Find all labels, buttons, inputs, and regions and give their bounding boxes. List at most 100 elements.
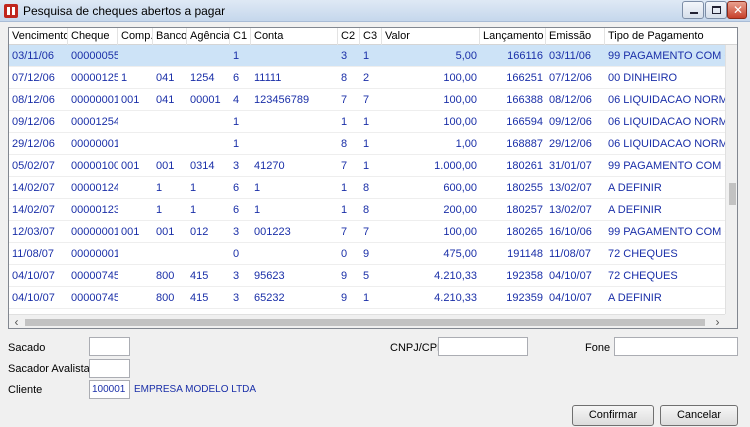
- fone-input[interactable]: [614, 337, 738, 356]
- cell-valor: 600,00: [443, 182, 477, 194]
- table-row[interactable]: 11/08/07 00000001 0 0 9 475,00 191148 11/08/07 7…: [9, 243, 725, 265]
- col-header-agencia[interactable]: Agência: [187, 28, 230, 45]
- cell-banco: 1: [156, 204, 163, 216]
- cliente-code-input[interactable]: 100001: [89, 380, 130, 399]
- table-row[interactable]: 05/02/07 00000100 001 001 0314 3 41270 7 1 1.000,…: [9, 155, 725, 177]
- cell-agencia: [187, 133, 230, 155]
- cell-emissao: 03/11/06: [549, 50, 592, 62]
- col-header-emissao[interactable]: Emissão: [546, 28, 605, 45]
- cell-c1: 6: [233, 182, 240, 194]
- cell-emissao: 07/12/06: [549, 72, 592, 84]
- cell-conta: 1: [254, 204, 261, 216]
- col-header-vencimento[interactable]: Vencimento: [9, 28, 68, 45]
- cell-agencia: 1: [190, 182, 197, 194]
- cell-comp: 1: [121, 72, 128, 84]
- cell-emissao: 16/10/06: [549, 226, 592, 238]
- col-header-c2[interactable]: C2: [338, 28, 360, 45]
- table-row[interactable]: 08/12/06 00000001 001 041 00001 4 123456789 7 7 1…: [9, 89, 725, 111]
- col-header-cheque[interactable]: Cheque: [68, 28, 118, 45]
- cell-c2: 1: [341, 116, 348, 128]
- table-row[interactable]: 03/11/06 00000055 1 3 1 5,00 166116 03/11/06 99 …: [9, 45, 725, 67]
- cell-banco: [153, 243, 187, 265]
- cell-conta: [251, 243, 338, 265]
- table-row[interactable]: 07/12/06 00000125 1 041 1254 6 11111 8 2 100,00 16…: [9, 67, 725, 89]
- col-header-c3[interactable]: C3: [360, 28, 382, 45]
- col-header-c1[interactable]: C1: [230, 28, 251, 45]
- cell-lanc: 180261: [506, 160, 543, 172]
- col-header-comp[interactable]: Comp.: [118, 28, 153, 45]
- cell-c2: 1: [341, 182, 348, 194]
- col-header-tipo-pagamento[interactable]: Tipo de Pagamento: [605, 28, 737, 45]
- maximize-button[interactable]: [705, 1, 727, 19]
- cell-c2: 7: [341, 226, 348, 238]
- sacado-input[interactable]: [89, 337, 130, 356]
- cell-comp: [118, 111, 153, 133]
- cell-c3: 2: [363, 72, 370, 84]
- cell-lanc: 166388: [506, 94, 543, 106]
- cell-tipo: 00 DINHEIRO: [608, 72, 678, 84]
- cell-venc: 11/08/07: [12, 248, 55, 260]
- cell-comp: [118, 177, 153, 199]
- cell-lanc: 168887: [506, 138, 543, 150]
- cliente-name: EMPRESA MODELO LTDA: [134, 384, 257, 395]
- cell-agencia: 1: [190, 204, 197, 216]
- vertical-scrollbar[interactable]: [725, 45, 737, 314]
- cell-tipo: 06 LIQUIDACAO NORMAL: [608, 138, 725, 150]
- cell-venc: 14/02/07: [12, 182, 55, 194]
- cell-banco: [153, 111, 187, 133]
- cell-lanc: 192358: [506, 270, 543, 282]
- cell-c3: 7: [363, 94, 370, 106]
- col-header-valor[interactable]: Valor: [382, 28, 480, 45]
- confirm-button[interactable]: Confirmar: [572, 405, 654, 426]
- scroll-left-icon[interactable]: ‹: [9, 315, 24, 328]
- cell-lanc: 180255: [506, 182, 543, 194]
- scroll-right-icon[interactable]: ›: [710, 315, 725, 328]
- cell-agencia: 1254: [190, 72, 215, 84]
- cell-c3: 7: [363, 226, 370, 238]
- table-row[interactable]: 14/02/07 00000123 1 1 6 1 1 8 200,00 180257 13/02/…: [9, 199, 725, 221]
- col-header-conta[interactable]: Conta: [251, 28, 338, 45]
- col-header-lancamento[interactable]: Lançamento: [480, 28, 546, 45]
- table-row[interactable]: 04/10/07 00000745 800 415 3 65232 9 1 4.210,33 19…: [9, 287, 725, 309]
- scroll-corner: [725, 314, 737, 328]
- horizontal-scroll-thumb[interactable]: [25, 319, 705, 326]
- cell-c2: 1: [341, 204, 348, 216]
- table-row[interactable]: 14/02/07 00000124 1 1 6 1 1 8 600,00 180255 13/02/…: [9, 177, 725, 199]
- cell-cheque: 00000001: [71, 226, 118, 238]
- cell-lanc: 166594: [506, 116, 543, 128]
- close-button[interactable]: ✕: [727, 1, 747, 19]
- cell-c3: 1: [363, 292, 370, 304]
- cell-valor: 100,00: [443, 94, 477, 106]
- cell-emissao: 08/12/06: [549, 94, 592, 106]
- minimize-button[interactable]: [682, 1, 704, 19]
- cell-tipo: A DEFINIR: [608, 182, 662, 194]
- cancel-button[interactable]: Cancelar: [660, 405, 738, 426]
- cell-emissao: 31/01/07: [549, 160, 592, 172]
- cell-c1: 1: [233, 50, 240, 62]
- table-row[interactable]: 09/12/06 00001254 1 1 1 100,00 166594 09/12/06 0…: [9, 111, 725, 133]
- cell-comp: [118, 265, 153, 287]
- cell-comp: [118, 45, 153, 67]
- title-bar[interactable]: Pesquisa de cheques abertos a pagar ✕: [0, 0, 750, 22]
- sacador-avalista-input[interactable]: [89, 359, 130, 378]
- table-row[interactable]: 29/12/06 00000001 1 8 1 1,00 168887 29/12/06 06 …: [9, 133, 725, 155]
- cell-c1: 0: [233, 248, 240, 260]
- cell-comp: [118, 243, 153, 265]
- table-row[interactable]: 04/10/07 00000745 800 415 3 95623 9 5 4.210,33 19…: [9, 265, 725, 287]
- checks-grid[interactable]: Vencimento Cheque Comp. Banco Agência C1…: [8, 27, 738, 329]
- cell-banco: 041: [156, 94, 175, 106]
- cell-tipo: 99 PAGAMENTO COM CHEQUE: [608, 160, 725, 172]
- cnpj-cpf-input[interactable]: [438, 337, 528, 356]
- cell-banco: 001: [156, 160, 175, 172]
- app-icon: [4, 4, 18, 18]
- horizontal-scrollbar[interactable]: ‹ ›: [9, 314, 725, 328]
- cell-c2: 9: [341, 270, 348, 282]
- cell-agencia: [187, 243, 230, 265]
- cell-emissao: 09/12/06: [549, 116, 592, 128]
- cell-c1: 6: [233, 72, 240, 84]
- table-row[interactable]: 12/03/07 00000001 001 001 012 3 001223 7 7 100,00…: [9, 221, 725, 243]
- vertical-scroll-thumb[interactable]: [729, 183, 736, 205]
- cell-lanc: 180257: [506, 204, 543, 216]
- col-header-banco[interactable]: Banco: [153, 28, 187, 45]
- maximize-icon: [712, 6, 721, 14]
